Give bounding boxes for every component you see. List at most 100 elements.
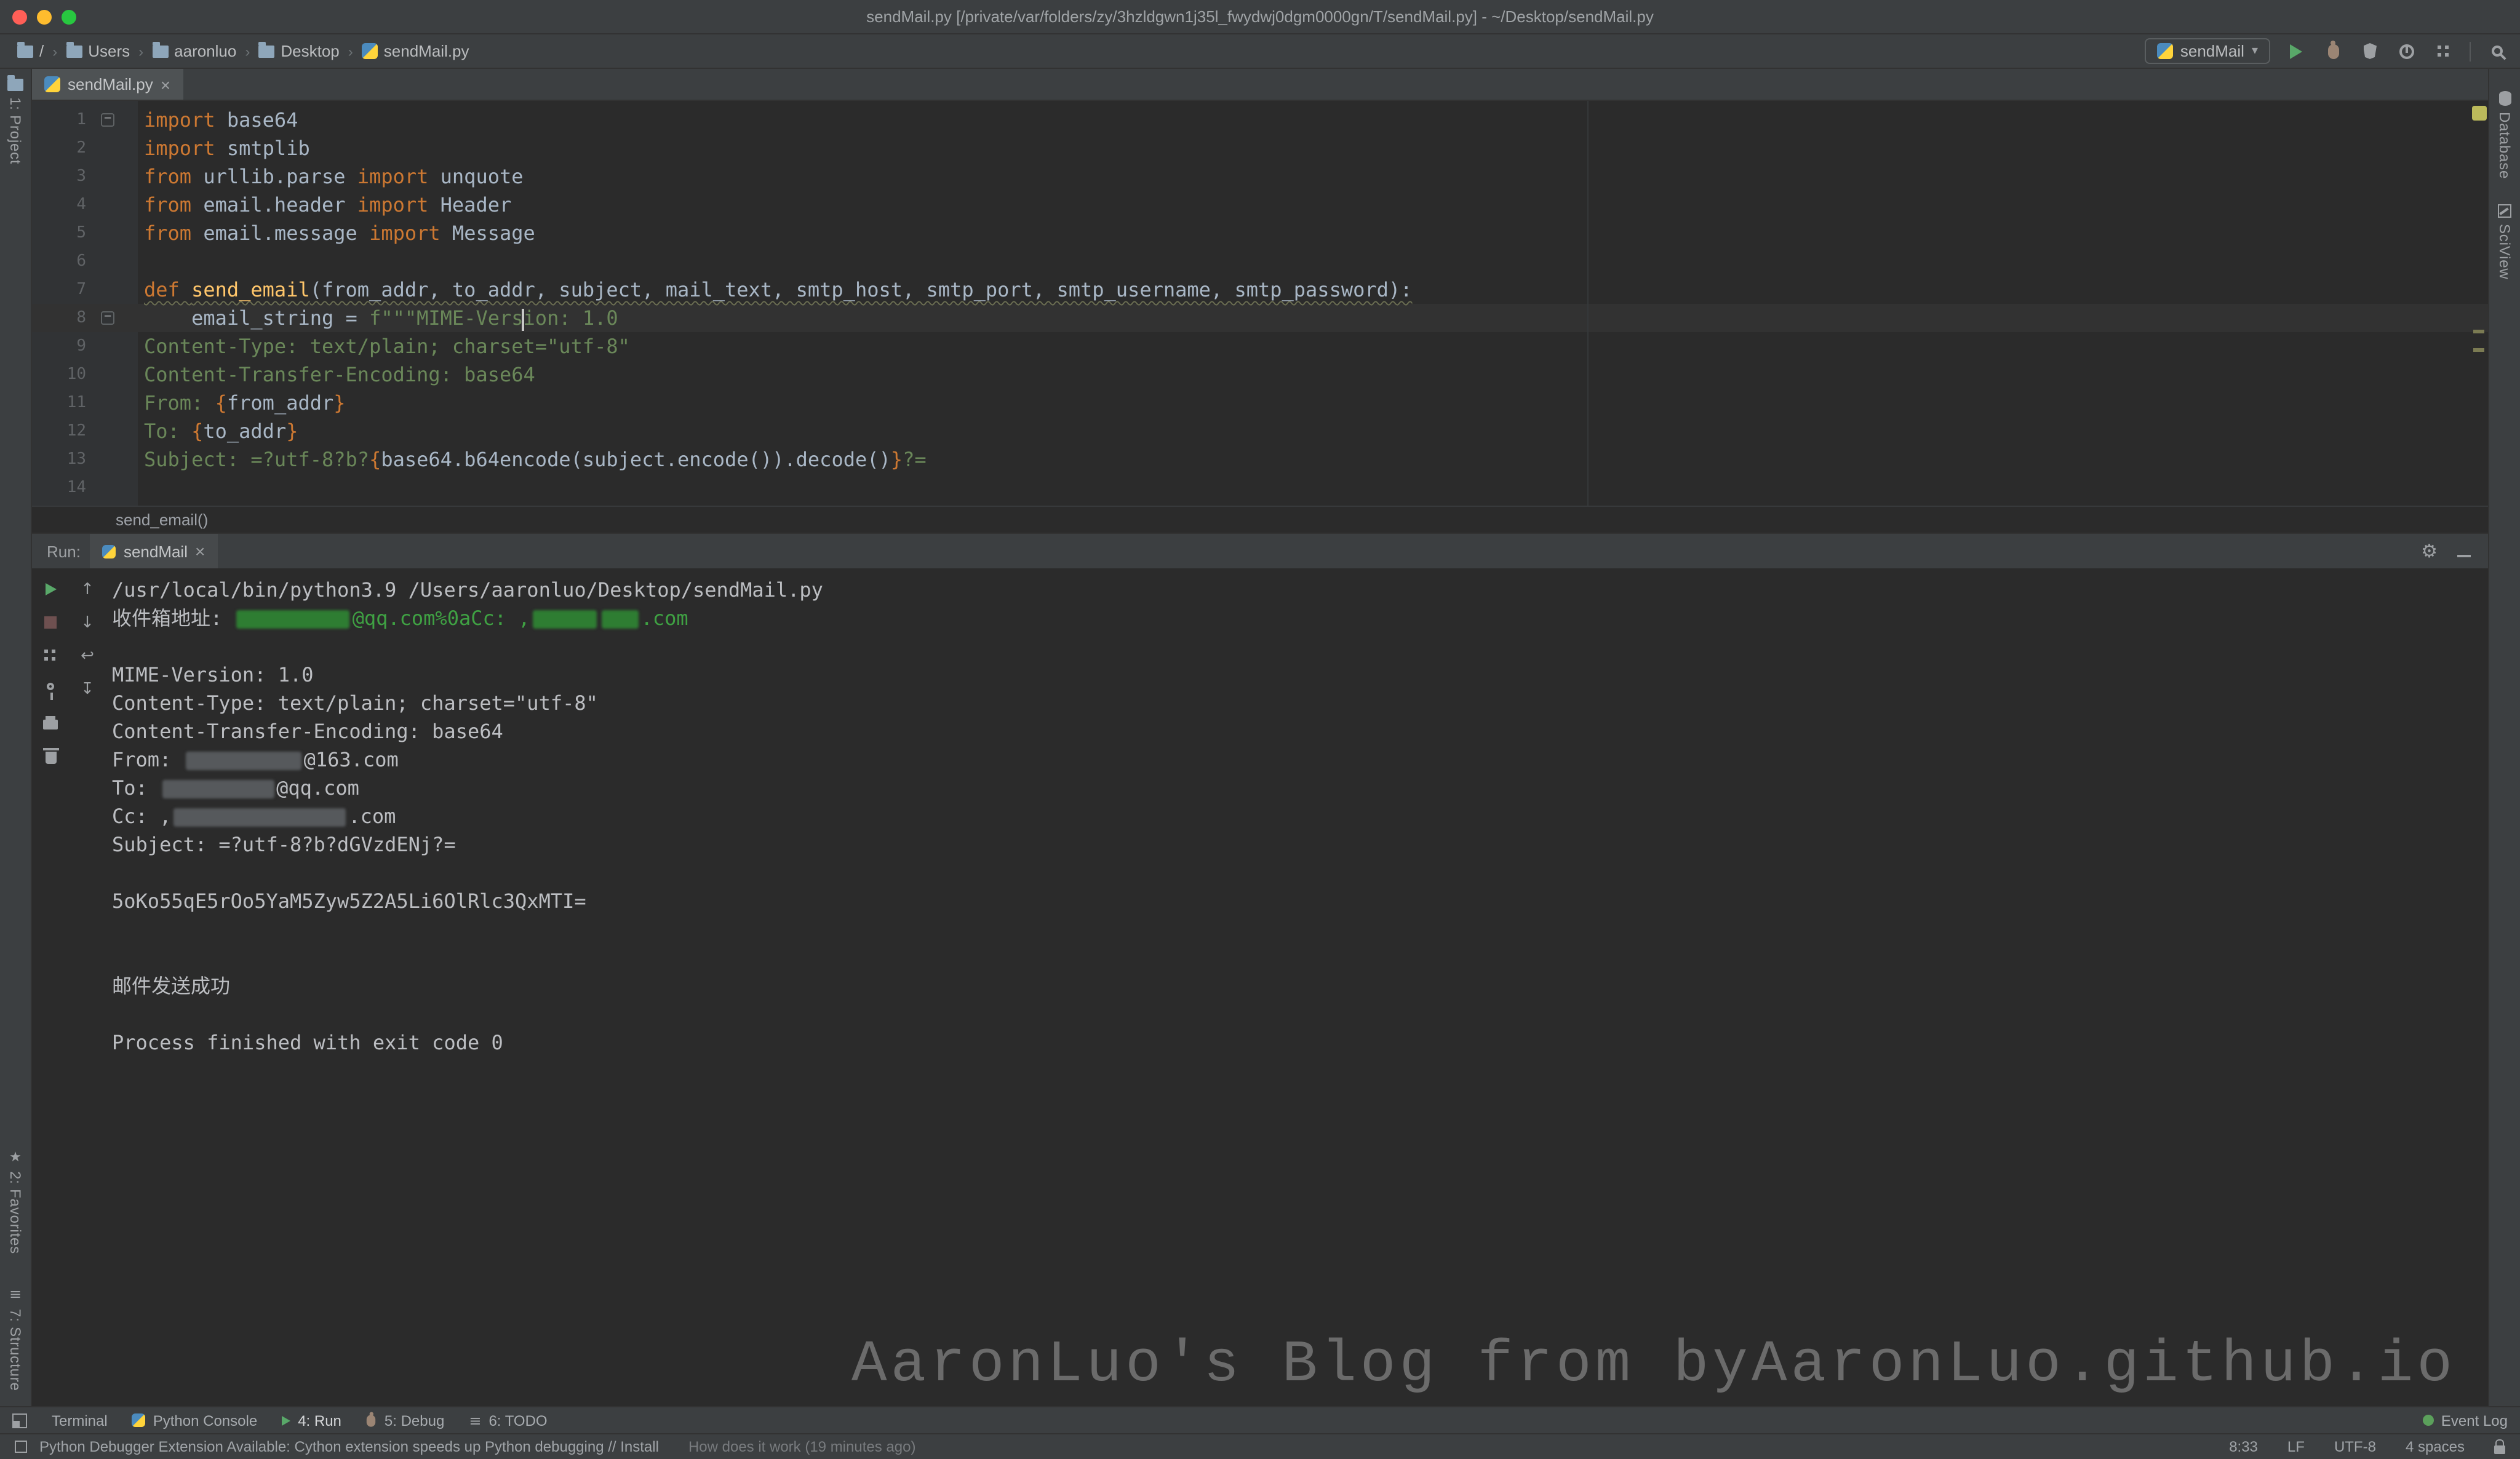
- run-configuration-selector[interactable]: sendMail ▾: [2145, 38, 2270, 64]
- line-separator[interactable]: LF: [2287, 1438, 2305, 1455]
- caret-position[interactable]: 8:33: [2229, 1438, 2258, 1455]
- gutter-cell[interactable]: 10: [32, 360, 138, 389]
- pin-icon: [47, 682, 54, 690]
- run-console[interactable]: ↑ ↓ ↩ ↧ /usr/local/bin/python3.9 /Users/…: [32, 568, 2488, 1406]
- up-stacktrace-button[interactable]: ↑: [76, 578, 98, 600]
- file-encoding[interactable]: UTF-8: [2334, 1438, 2376, 1455]
- code-line[interactable]: 7def send_email(from_addr, to_addr, subj…: [32, 276, 2488, 304]
- pin-tab-button[interactable]: [39, 678, 62, 700]
- gutter-cell[interactable]: 12: [32, 417, 138, 445]
- gutter-cell[interactable]: 14: [32, 474, 138, 502]
- inspections-indicator[interactable]: [2472, 106, 2487, 121]
- tool-button-label: 6: TODO: [488, 1412, 547, 1429]
- code-line[interactable]: 11From: {from_addr}: [32, 389, 2488, 417]
- gutter-cell[interactable]: 6: [32, 247, 138, 276]
- breadcrumb-item[interactable]: /: [12, 39, 49, 63]
- gutter-cell[interactable]: 1−: [32, 106, 138, 134]
- code-line[interactable]: 3from urllib.parse import unquote: [32, 162, 2488, 191]
- profiler-button[interactable]: [2396, 40, 2418, 62]
- run-tab[interactable]: sendMail ×: [90, 534, 217, 568]
- gutter-cell[interactable]: 9: [32, 332, 138, 360]
- close-tab-icon[interactable]: ×: [161, 76, 170, 93]
- run-button[interactable]: [2285, 40, 2307, 62]
- code-line[interactable]: 2import smtplib: [32, 134, 2488, 162]
- gutter-cell[interactable]: 11: [32, 389, 138, 417]
- tool-button-favorites[interactable]: ★ 2: Favorites: [7, 1148, 24, 1254]
- settings-gear-icon[interactable]: ⚙: [2421, 542, 2438, 560]
- gutter-cell[interactable]: 7: [32, 276, 138, 304]
- close-tab-icon[interactable]: ×: [195, 543, 205, 560]
- console-line: [112, 859, 2488, 887]
- tool-button-terminal[interactable]: Terminal: [52, 1412, 108, 1429]
- code-lines: 1−import base642import smtplib3from urll…: [32, 101, 2488, 502]
- clear-console-button[interactable]: [39, 744, 62, 766]
- tool-button-todo[interactable]: ≡6: TODO: [469, 1412, 547, 1429]
- tool-button-label: 1: Project: [7, 97, 24, 164]
- gutter-cell[interactable]: 4: [32, 191, 138, 219]
- search-everywhere-button[interactable]: [2486, 40, 2508, 62]
- print-button[interactable]: [39, 711, 62, 733]
- warning-mark[interactable]: [2473, 348, 2484, 352]
- tool-button-project[interactable]: 1: Project: [7, 79, 24, 164]
- close-window-button[interactable]: [12, 9, 27, 24]
- code-line[interactable]: 1−import base64: [32, 106, 2488, 134]
- zoom-window-button[interactable]: [62, 9, 76, 24]
- scroll-to-end-button[interactable]: ↧: [76, 678, 98, 700]
- tool-button-structure[interactable]: ≡ 7: Structure: [7, 1286, 24, 1391]
- lock-icon[interactable]: [2494, 1445, 2505, 1453]
- soft-wrap-button[interactable]: ↩: [76, 645, 98, 667]
- tool-button-run[interactable]: 4: Run: [282, 1412, 341, 1429]
- editor-tab-bar: sendMail.py ×: [32, 69, 2488, 101]
- coverage-button[interactable]: [2359, 40, 2381, 62]
- code-line[interactable]: 10Content-Transfer-Encoding: base64: [32, 360, 2488, 389]
- indent-setting[interactable]: 4 spaces: [2406, 1438, 2465, 1455]
- fold-icon[interactable]: −: [101, 311, 114, 325]
- tool-button-label: Python Console: [153, 1412, 257, 1429]
- editor-tab[interactable]: sendMail.py ×: [32, 69, 183, 100]
- code-line[interactable]: 5from email.message import Message: [32, 219, 2488, 247]
- tool-button-event-log[interactable]: Event Log: [2423, 1412, 2508, 1429]
- editor-scrollbar[interactable]: [2471, 101, 2488, 506]
- tool-button-label: Database: [2496, 112, 2513, 179]
- code-line[interactable]: 13Subject: =?utf-8?b?{base64.b64encode(s…: [32, 445, 2488, 474]
- breadcrumb-bar: /›Users›aaronluo›Desktop›sendMail.py: [12, 39, 474, 63]
- breadcrumb-item[interactable]: Desktop: [253, 39, 344, 63]
- tool-button-debug[interactable]: 5: Debug: [366, 1412, 444, 1429]
- bug-icon: [367, 1414, 376, 1426]
- fold-icon[interactable]: −: [101, 113, 114, 127]
- breadcrumb-function[interactable]: send_email(): [116, 511, 208, 529]
- breadcrumb-item[interactable]: Users: [61, 39, 135, 63]
- code-line[interactable]: 9Content-Type: text/plain; charset="utf-…: [32, 332, 2488, 360]
- code-line[interactable]: 8− email_string = f"""MIME-Version: 1.0: [32, 304, 2488, 332]
- debug-button[interactable]: [2322, 40, 2344, 62]
- rerun-button[interactable]: [39, 578, 62, 600]
- down-stacktrace-button[interactable]: ↓: [76, 611, 98, 634]
- tool-button-sciview[interactable]: SciView: [2496, 204, 2513, 279]
- tool-button-database[interactable]: Database: [2496, 91, 2513, 179]
- gutter-cell[interactable]: 3: [32, 162, 138, 191]
- code-line[interactable]: 14: [32, 474, 2488, 502]
- code-editor[interactable]: 1−import base642import smtplib3from urll…: [32, 101, 2488, 506]
- gutter-cell[interactable]: 13: [32, 445, 138, 474]
- code-line[interactable]: 6: [32, 247, 2488, 276]
- breadcrumb-item[interactable]: aaronluo: [147, 39, 241, 63]
- status-message[interactable]: Python Debugger Extension Available: Cyt…: [39, 1438, 659, 1455]
- status-hint[interactable]: How does it work (19 minutes ago): [688, 1438, 916, 1455]
- hide-panel-icon[interactable]: [2457, 555, 2471, 557]
- code-line[interactable]: 12To: {to_addr}: [32, 417, 2488, 445]
- stop-button[interactable]: [39, 611, 62, 634]
- tool-button-python-console[interactable]: Python Console: [132, 1412, 257, 1429]
- console-line: Content-Transfer-Encoding: base64: [112, 717, 2488, 745]
- warning-mark[interactable]: [2473, 330, 2484, 333]
- play-icon: [2290, 44, 2302, 58]
- breadcrumb-item[interactable]: sendMail.py: [357, 39, 474, 63]
- more-run-actions-button[interactable]: [2433, 40, 2455, 62]
- gutter-cell[interactable]: 2: [32, 134, 138, 162]
- gutter-cell[interactable]: 5: [32, 219, 138, 247]
- navigation-bar: /›Users›aaronluo›Desktop›sendMail.py sen…: [0, 34, 2520, 69]
- restore-layout-button[interactable]: [39, 645, 62, 667]
- gutter-cell[interactable]: 8−: [32, 304, 138, 332]
- minimize-window-button[interactable]: [37, 9, 52, 24]
- code-line[interactable]: 4from email.header import Header: [32, 191, 2488, 219]
- tool-window-switcher-icon[interactable]: [12, 1413, 27, 1428]
